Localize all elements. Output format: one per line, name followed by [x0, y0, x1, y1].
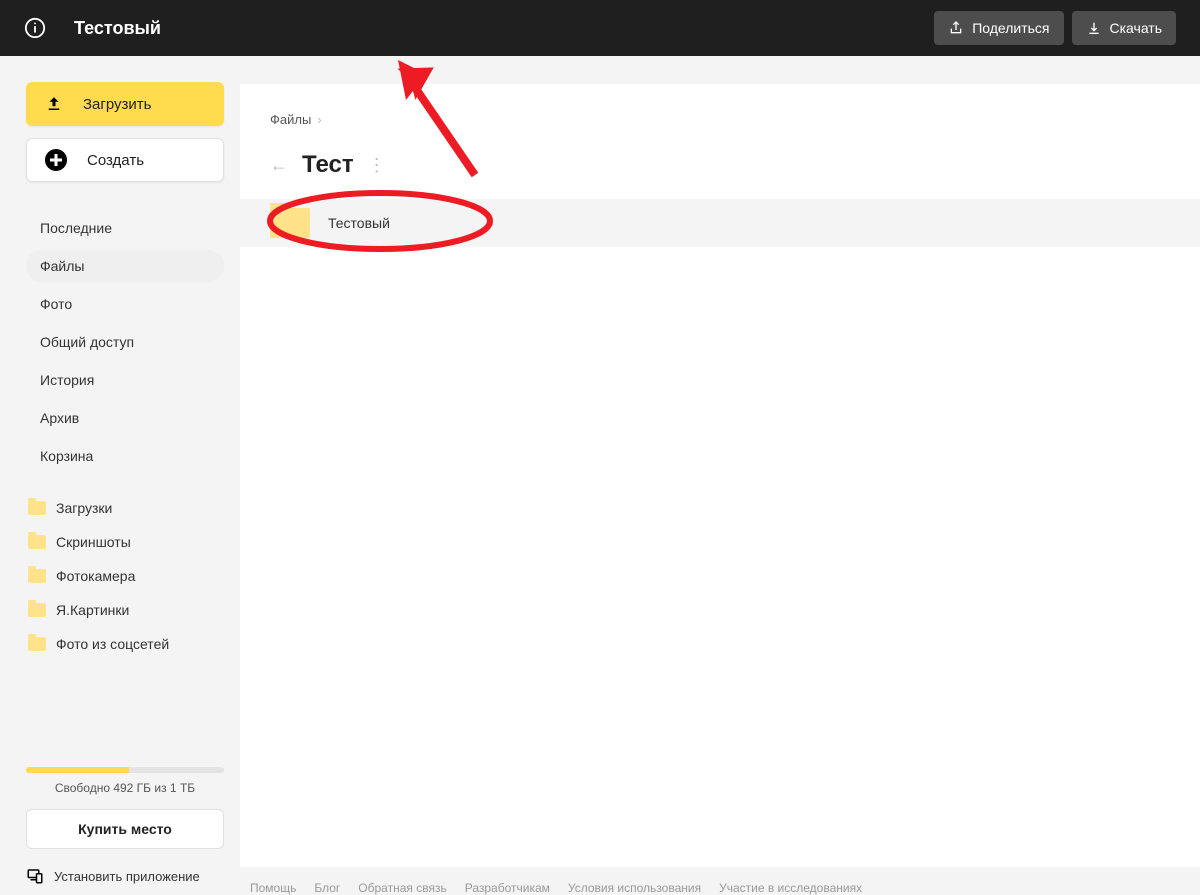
- nav-photo[interactable]: Фото: [26, 288, 224, 320]
- sidebar: Загрузить Создать Последние Файлы Фото О…: [0, 56, 240, 895]
- main-area: Файлы › ← Тест ⋮ Тестовый Помощь Блог Об…: [240, 56, 1200, 895]
- more-menu-button[interactable]: ⋮: [368, 155, 386, 176]
- folder-icon: [28, 603, 46, 617]
- folder-icon: [28, 535, 46, 549]
- storage-fill: [26, 767, 129, 773]
- breadcrumb: Файлы ›: [240, 112, 1200, 127]
- create-button-label: Создать: [87, 152, 144, 169]
- install-app-link[interactable]: Установить приложение: [26, 867, 224, 885]
- folder-icon: [28, 637, 46, 651]
- storage-label: Свободно 492 ГБ из 1 ТБ: [26, 781, 224, 795]
- info-icon[interactable]: [24, 17, 46, 39]
- upload-icon: [45, 95, 63, 113]
- download-button[interactable]: Скачать: [1072, 11, 1177, 45]
- plus-icon: [45, 149, 67, 171]
- sidebar-nav: Последние Файлы Фото Общий доступ Истори…: [26, 212, 224, 472]
- folder-icon: [28, 501, 46, 515]
- breadcrumb-root[interactable]: Файлы: [270, 112, 311, 127]
- create-button[interactable]: Создать: [26, 138, 224, 182]
- top-bar: Тестовый Поделиться Скачать: [0, 0, 1200, 56]
- sidebar-folders: Загрузки Скриншоты Фотокамера Я.Картинки…: [26, 496, 224, 656]
- nav-recent[interactable]: Последние: [26, 212, 224, 244]
- folder-camera[interactable]: Фотокамера: [26, 564, 224, 588]
- footer-developers[interactable]: Разработчикам: [465, 881, 550, 895]
- upload-button-label: Загрузить: [83, 96, 152, 113]
- selection-title: Тестовый: [74, 18, 161, 39]
- nav-trash[interactable]: Корзина: [26, 440, 224, 472]
- footer-help[interactable]: Помощь: [250, 881, 296, 895]
- download-button-label: Скачать: [1110, 20, 1163, 36]
- folder-icon: [270, 208, 310, 238]
- share-icon: [948, 20, 964, 36]
- footer-blog[interactable]: Блог: [314, 881, 340, 895]
- nav-shared[interactable]: Общий доступ: [26, 326, 224, 358]
- file-row[interactable]: Тестовый: [240, 199, 1200, 247]
- nav-history[interactable]: История: [26, 364, 224, 396]
- folder-yapics[interactable]: Я.Картинки: [26, 598, 224, 622]
- download-icon: [1086, 20, 1102, 36]
- share-button-label: Поделиться: [972, 20, 1049, 36]
- footer-links: Помощь Блог Обратная связь Разработчикам…: [240, 867, 1200, 895]
- footer-research[interactable]: Участие в исследованиях: [719, 881, 862, 895]
- nav-archive[interactable]: Архив: [26, 402, 224, 434]
- footer-terms[interactable]: Условия использования: [568, 881, 701, 895]
- chevron-right-icon: ›: [317, 112, 321, 127]
- content-panel: Файлы › ← Тест ⋮ Тестовый: [240, 84, 1200, 867]
- buy-storage-button[interactable]: Купить место: [26, 809, 224, 849]
- footer-feedback[interactable]: Обратная связь: [358, 881, 446, 895]
- page-title: Тест: [302, 151, 354, 179]
- nav-files[interactable]: Файлы: [26, 250, 224, 282]
- upload-button[interactable]: Загрузить: [26, 82, 224, 126]
- folder-screenshots[interactable]: Скриншоты: [26, 530, 224, 554]
- back-button[interactable]: ←: [270, 155, 288, 176]
- share-button[interactable]: Поделиться: [934, 11, 1063, 45]
- device-icon: [26, 867, 44, 885]
- folder-social[interactable]: Фото из соцсетей: [26, 632, 224, 656]
- file-name: Тестовый: [328, 215, 390, 231]
- folder-icon: [28, 569, 46, 583]
- folder-downloads[interactable]: Загрузки: [26, 496, 224, 520]
- storage-meter: Свободно 492 ГБ из 1 ТБ Купить место Уст…: [26, 767, 224, 885]
